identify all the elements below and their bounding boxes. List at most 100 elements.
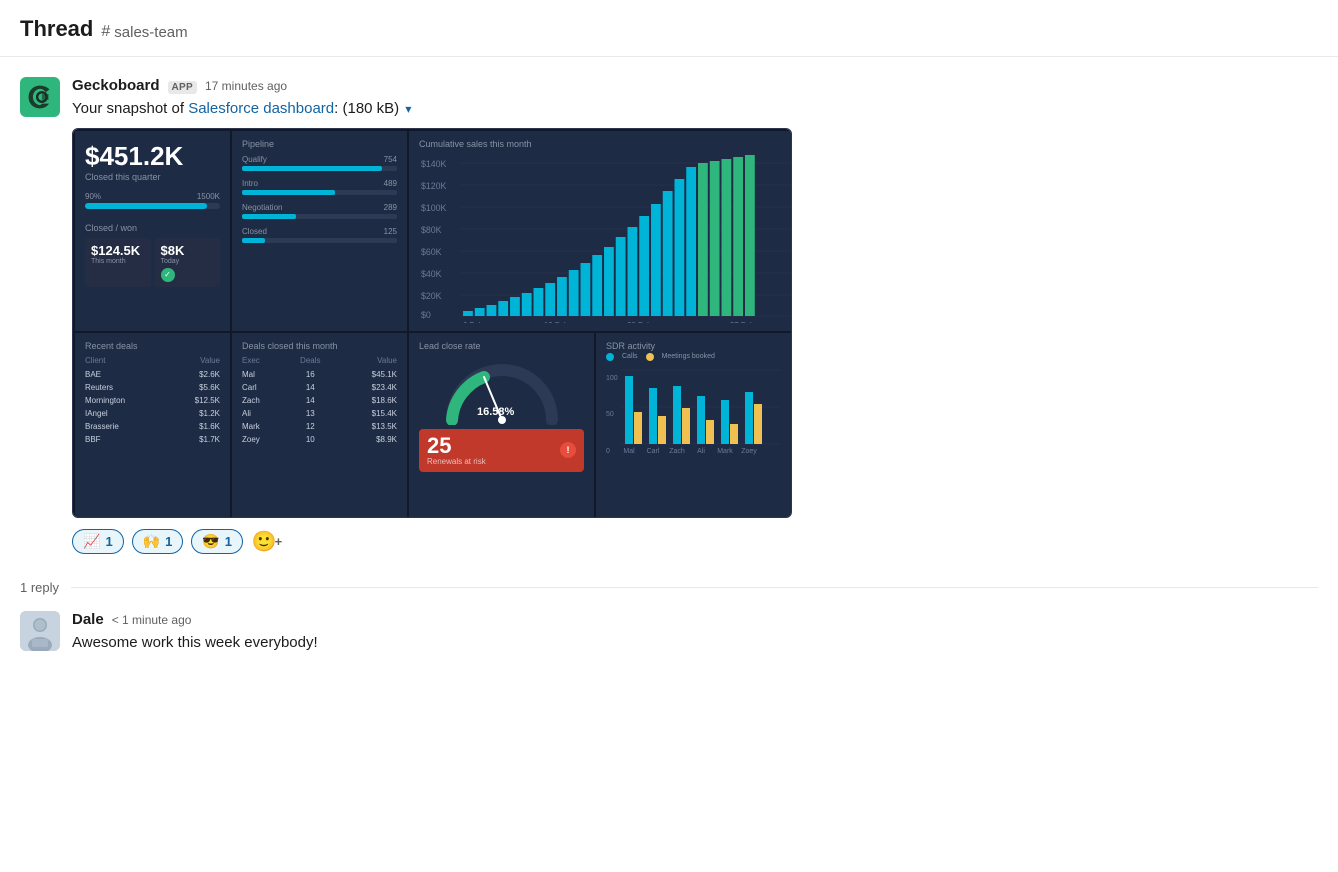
svg-text:Ali: Ali [697, 448, 705, 455]
svg-text:27 Feb: 27 Feb [730, 321, 755, 323]
table-row: BAE$2.6K [85, 368, 220, 381]
pipeline-item-closed: Closed 125 [242, 227, 397, 243]
db-closed-won-grid: $124.5K This month $8K Today ✓ [85, 238, 220, 287]
divider-line [71, 587, 1318, 588]
alert-icon: ! [560, 442, 576, 458]
db-closed-label: Closed this quarter [85, 172, 220, 182]
pipeline-qualify-val: 754 [384, 155, 397, 164]
legend-meetings-label: Meetings booked [662, 353, 715, 360]
legend-dot-meetings [646, 353, 654, 361]
db-big-number-cell: $451.2K Closed this quarter 90% 1500K [75, 131, 230, 331]
dashboard-preview: $451.2K Closed this quarter 90% 1500K [72, 128, 792, 518]
message-text-after: : (180 kB) [334, 100, 399, 117]
replies-divider: 1 reply [20, 580, 1318, 595]
cumulative-chart-svg: $140K $120K $100K $80K $60K $40K $20K $0 [419, 153, 791, 323]
reaction-chart-emoji: 📈 [83, 533, 100, 550]
reaction-clap-emoji: 🙌 [143, 533, 160, 550]
db-recent-deals-cell: Recent deals Client Value BAE$2.6K Reute [75, 333, 230, 518]
channel-label: # sales-team [101, 23, 187, 41]
gauge-wrapper: 0% 50% 16.58% [419, 355, 584, 425]
db-progress-fill [85, 203, 207, 209]
table-row: Carl14$23.4K [242, 381, 397, 394]
db-pipeline-title: Pipeline [242, 139, 397, 149]
svg-text:$40K: $40K [421, 269, 442, 279]
pipeline-neg-val: 289 [384, 203, 397, 212]
svg-text:Mal: Mal [623, 448, 635, 455]
legend-calls-label: Calls [622, 353, 638, 360]
deals-closed-tbody: Mal16$45.1K Carl14$23.4K Zach14$18.6K Al… [242, 368, 397, 446]
db-p-label1: 90% [85, 192, 101, 201]
add-reaction-icon: 🙂 [252, 529, 277, 554]
renewals-box: 25 Renewals at risk ! [419, 429, 584, 472]
renewals-content: 25 Renewals at risk [427, 435, 486, 466]
pipeline-qualify-name: Qualify [242, 155, 267, 164]
message-meta: Geckoboard APP 17 minutes ago [72, 77, 1318, 94]
reply-text: Awesome work this week everybody! [72, 632, 1318, 654]
reply-message: Dale < 1 minute ago Awesome work this we… [20, 611, 1318, 674]
table-row: Mark12$13.5K [242, 420, 397, 433]
dashboard-link[interactable]: Salesforce dashboard [188, 100, 334, 117]
svg-text:16.58%: 16.58% [477, 406, 515, 418]
app-badge: APP [168, 81, 197, 94]
table-row: Ali13$15.4K [242, 407, 397, 420]
pipeline-intro-name: Intro [242, 179, 258, 188]
db-closed-won-title: Closed / won [85, 223, 220, 233]
hash-icon: # [101, 23, 110, 41]
pipeline-neg-name: Negotiation [242, 203, 282, 212]
db-closed-quarter-value: $451.2K [85, 143, 220, 169]
deals-closed-table: Exec Deals Value Mal16$45.1K Carl14$23.4… [242, 356, 397, 446]
reaction-sunglasses[interactable]: 😎 1 [191, 529, 243, 554]
db-cumulative-cell: Cumulative sales this month $140K $120K … [409, 131, 792, 331]
reply-timestamp: < 1 minute ago [112, 613, 192, 627]
db-sdr-title: SDR activity [606, 341, 791, 351]
dale-avatar-svg [20, 611, 60, 651]
table-row: BBF$1.7K [85, 433, 220, 446]
sdr-legend: Calls Meetings booked [606, 353, 791, 361]
legend-dot-calls [606, 353, 614, 361]
page-title: Thread [20, 16, 93, 42]
svg-text:Mark: Mark [717, 448, 733, 455]
renewals-number: 25 [427, 435, 486, 457]
reaction-sunglasses-count: 1 [225, 534, 232, 549]
db-deals-closed-cell: Deals closed this month Exec Deals Value [232, 333, 407, 518]
db-lead-close-cell: Lead close rate [409, 333, 594, 518]
replies-count: 1 reply [20, 580, 59, 595]
table-row: Mornington$12.5K [85, 394, 220, 407]
message-timestamp: 17 minutes ago [205, 79, 287, 93]
table-row: Reuters$5.6K [85, 381, 220, 394]
db-green-check: ✓ [161, 268, 175, 282]
svg-text:$80K: $80K [421, 225, 442, 235]
svg-text:$60K: $60K [421, 247, 442, 257]
col-client: Client [85, 356, 168, 368]
add-reaction-button[interactable]: 🙂+ [251, 528, 283, 556]
db-lead-title: Lead close rate [419, 341, 584, 351]
pipeline-item-intro: Intro 489 [242, 179, 397, 195]
reply-message-body: Dale < 1 minute ago Awesome work this we… [72, 611, 1318, 654]
db-pipeline-cell: Pipeline Qualify 754 [232, 131, 407, 331]
svg-text:$120K: $120K [421, 181, 447, 191]
sdr-chart-container: 100 50 0 [606, 365, 791, 455]
dropdown-arrow-icon[interactable]: ▾ [405, 102, 411, 116]
svg-text:6 Feb: 6 Feb [463, 321, 484, 323]
sender-name: Geckoboard [72, 77, 160, 94]
reaction-chart[interactable]: 📈 1 [72, 529, 124, 554]
svg-text:$0: $0 [421, 310, 431, 320]
dale-avatar-img [20, 611, 60, 651]
pipeline-items: Qualify 754 Intro 489 [242, 155, 397, 243]
message-text-before: Your snapshot of [72, 100, 188, 117]
dale-avatar [20, 611, 60, 651]
db-month-item: $124.5K This month [85, 238, 151, 287]
svg-text:$20K: $20K [421, 291, 442, 301]
reaction-sunglasses-emoji: 😎 [202, 533, 219, 550]
table-row: Zoey10$8.9K [242, 433, 397, 446]
gauge-svg: 0% 50% 16.58% [442, 355, 562, 425]
channel-name: sales-team [114, 24, 187, 41]
recent-deals-tbody: BAE$2.6K Reuters$5.6K Mornington$12.5K I… [85, 368, 220, 446]
reply-meta: Dale < 1 minute ago [72, 611, 1318, 628]
reaction-clap[interactable]: 🙌 1 [132, 529, 184, 554]
db-today-item: $8K Today ✓ [155, 238, 221, 287]
table-row: Zach14$18.6K [242, 394, 397, 407]
sdr-chart-svg: Mal Carl Zach Ali Mark Zoey [621, 365, 781, 455]
reactions-bar: 📈 1 🙌 1 😎 1 🙂+ [72, 528, 1318, 556]
db-today-val: $8K [161, 243, 215, 258]
